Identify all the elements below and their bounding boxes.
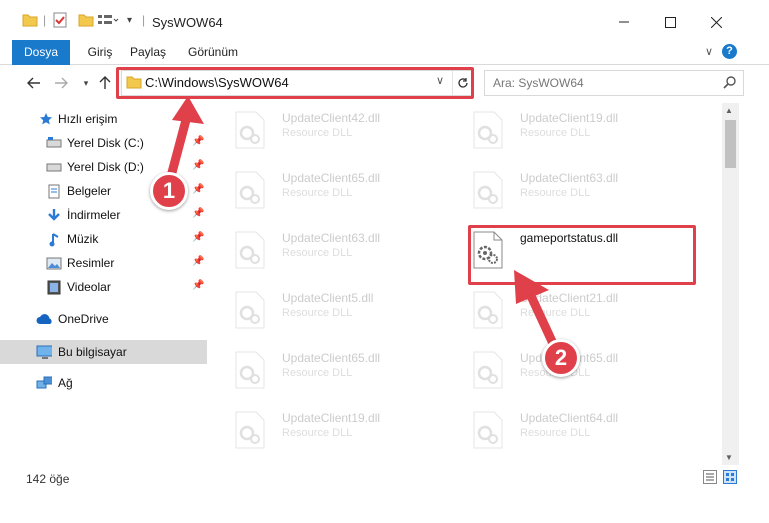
step-1-badge: 1 [150,172,188,210]
arrow-to-file [514,270,561,355]
annotation-arrows [165,96,561,355]
step-2-badge: 2 [542,339,580,377]
arrow-to-address-bar [165,96,204,185]
file-explorer-window: | ▾ | SysWOW64 Dosya Giriş Paylaş Görünü… [0,0,769,523]
